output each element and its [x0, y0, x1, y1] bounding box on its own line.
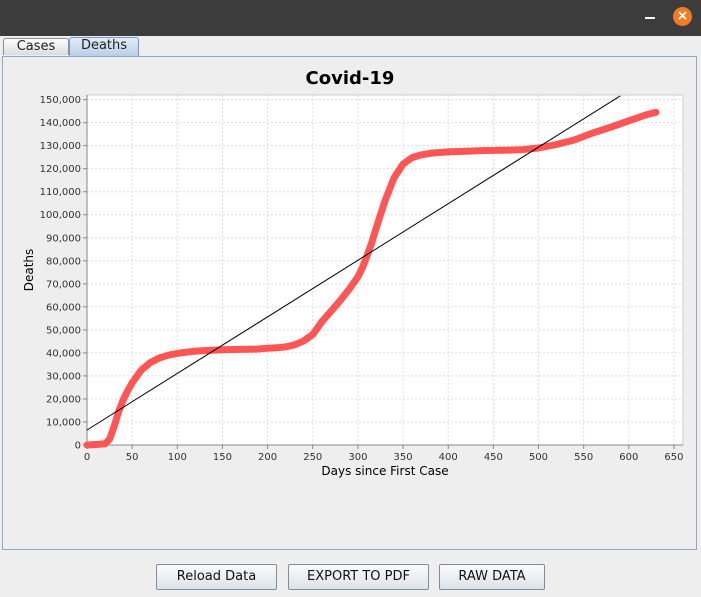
y-tick-label: 50,000: [46, 325, 81, 336]
tab-cases[interactable]: Cases: [3, 38, 69, 55]
y-tick-label: 120,000: [40, 164, 81, 175]
x-axis-label: Days since First Case: [321, 464, 448, 478]
deaths-chart: Covid-19 0 50 100 150 200 250 300 350 400 450 500 5…: [22, 68, 684, 478]
chart-panel: Covid-19 0 50 100 150 200 250 300 350 400 450 500 5…: [2, 56, 697, 550]
x-tick-label: 150: [213, 452, 232, 463]
y-tick-label: 100,000: [40, 210, 81, 221]
y-tick-label: 70,000: [46, 279, 81, 290]
export-pdf-button[interactable]: EXPORT TO PDF: [288, 564, 429, 590]
y-tick-label: 30,000: [46, 371, 81, 382]
y-tick-label: 90,000: [46, 233, 81, 244]
y-tick-label: 20,000: [46, 394, 81, 405]
x-tick-label: 250: [303, 452, 322, 463]
x-tick-label: 500: [529, 452, 548, 463]
chart-title: Covid-19: [306, 68, 395, 89]
x-tick-label: 650: [664, 452, 683, 463]
x-tick-label: 550: [574, 452, 593, 463]
x-tick-label: 200: [258, 452, 277, 463]
plot-area: [86, 94, 684, 446]
x-tick-label: 450: [484, 452, 503, 463]
x-tick-label: 0: [84, 452, 90, 463]
raw-data-button[interactable]: RAW DATA: [439, 564, 545, 590]
minimize-icon[interactable]: [645, 17, 655, 19]
y-tick-label: 130,000: [40, 141, 81, 152]
y-tick-label: 80,000: [46, 256, 81, 267]
y-tick-label: 150,000: [40, 95, 81, 106]
x-tick-label: 600: [619, 452, 638, 463]
y-tick-label: 40,000: [46, 348, 81, 359]
y-tick-label: 110,000: [40, 187, 81, 198]
x-tick-label: 100: [168, 452, 187, 463]
y-tick-label: 60,000: [46, 302, 81, 313]
window-titlebar: ×: [0, 0, 701, 36]
x-tick-label: 300: [348, 452, 367, 463]
y-axis-label: Deaths: [22, 249, 36, 292]
x-tick-label: 400: [439, 452, 458, 463]
reload-data-button[interactable]: Reload Data: [156, 564, 277, 590]
tab-deaths[interactable]: Deaths: [69, 37, 139, 56]
close-icon[interactable]: ×: [673, 7, 692, 26]
y-tick-label: 140,000: [40, 118, 81, 129]
x-tick-label: 350: [394, 452, 413, 463]
y-tick-label: 0: [75, 441, 81, 452]
y-tick-label: 10,000: [46, 417, 81, 428]
x-tick-label: 50: [126, 452, 139, 463]
